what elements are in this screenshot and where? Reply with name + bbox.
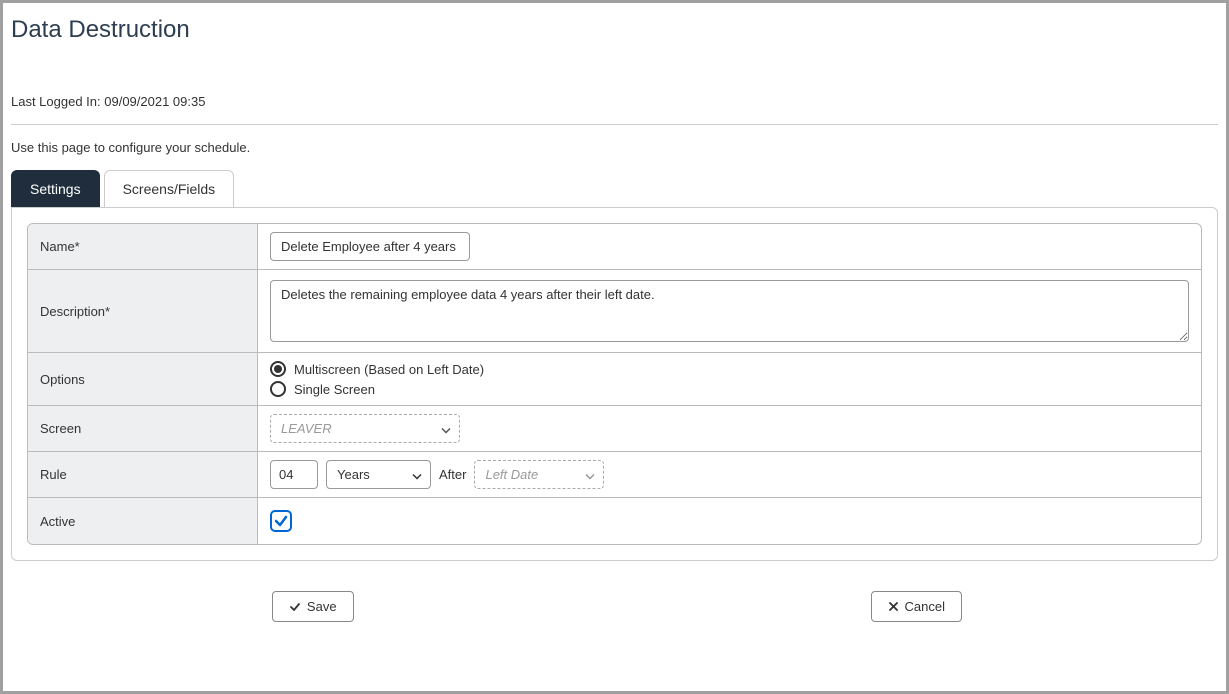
options-radio-group: Multiscreen (Based on Left Date) Single … (270, 361, 484, 397)
label-options: Options (28, 353, 258, 405)
radio-item-multiscreen: Multiscreen (Based on Left Date) (270, 361, 484, 377)
radio-single-label: Single Screen (294, 382, 375, 397)
tab-screens-fields[interactable]: Screens/Fields (104, 170, 235, 207)
screen-select[interactable]: LEAVER (270, 414, 460, 443)
rule-unit-select[interactable]: Years (326, 460, 431, 489)
row-screen: Screen LEAVER (28, 406, 1201, 452)
button-row: Save Cancel (11, 591, 1218, 622)
radio-single[interactable] (270, 381, 286, 397)
label-description: Description* (28, 270, 258, 352)
rule-basis-value: Left Date (485, 467, 538, 482)
name-input[interactable] (270, 232, 470, 261)
rule-unit-value: Years (337, 467, 370, 482)
page-title: Data Destruction (11, 16, 1218, 44)
tab-content-settings: Name* Description* Deletes the remaining… (11, 207, 1218, 561)
label-active: Active (28, 498, 258, 544)
chevron-down-icon (441, 421, 451, 436)
rule-after-label: After (439, 467, 466, 482)
cancel-button[interactable]: Cancel (871, 591, 962, 622)
save-button[interactable]: Save (272, 591, 354, 622)
radio-multiscreen[interactable] (270, 361, 286, 377)
check-icon (289, 601, 301, 613)
rule-number-input[interactable] (270, 460, 318, 489)
label-rule: Rule (28, 452, 258, 497)
description-input[interactable]: Deletes the remaining employee data 4 ye… (270, 280, 1189, 342)
cancel-button-label: Cancel (905, 599, 945, 614)
chevron-down-icon (585, 467, 595, 482)
save-button-label: Save (307, 599, 337, 614)
screen-select-value: LEAVER (281, 421, 332, 436)
label-screen: Screen (28, 406, 258, 451)
rule-basis-select[interactable]: Left Date (474, 460, 604, 489)
last-login-text: Last Logged In: 09/09/2021 09:35 (11, 94, 1218, 109)
row-description: Description* Deletes the remaining emplo… (28, 270, 1201, 353)
check-icon (274, 514, 288, 528)
row-active: Active (28, 498, 1201, 544)
radio-item-single: Single Screen (270, 381, 484, 397)
tab-settings[interactable]: Settings (11, 170, 100, 207)
row-rule: Rule Years After Left Date (28, 452, 1201, 498)
tab-bar: Settings Screens/Fields (11, 170, 1218, 207)
active-checkbox[interactable] (270, 510, 292, 532)
form-table: Name* Description* Deletes the remaining… (27, 223, 1202, 545)
chevron-down-icon (412, 467, 422, 482)
config-instruction: Use this page to configure your schedule… (11, 140, 1218, 155)
radio-multiscreen-label: Multiscreen (Based on Left Date) (294, 362, 484, 377)
row-options: Options Multiscreen (Based on Left Date)… (28, 353, 1201, 406)
divider (11, 124, 1218, 125)
close-icon (888, 601, 899, 612)
row-name: Name* (28, 224, 1201, 270)
label-name: Name* (28, 224, 258, 269)
